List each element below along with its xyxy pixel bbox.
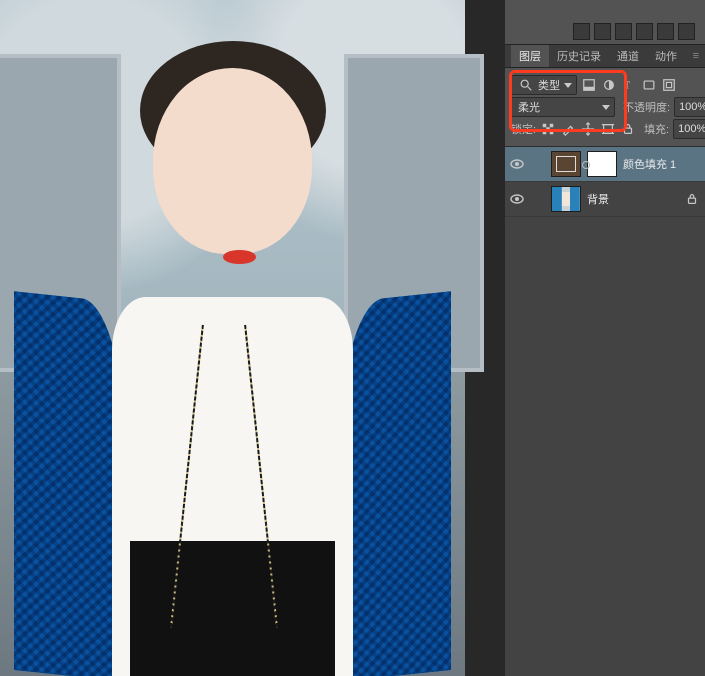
- layer-row[interactable]: 颜色填充 1: [505, 147, 705, 182]
- collapsed-panel-icon[interactable]: [573, 23, 590, 40]
- collapsed-panel-strip: [505, 0, 705, 44]
- layer-mask-thumbnail[interactable]: [587, 151, 617, 177]
- layer-thumbnail[interactable]: [551, 151, 581, 177]
- layer-name[interactable]: 颜色填充 1: [623, 156, 699, 172]
- chevron-down-icon: [564, 83, 572, 88]
- filter-adjust-icon[interactable]: [601, 77, 617, 93]
- opacity-value: 100%: [679, 101, 705, 113]
- photoshop-window: 图层 历史记录 通道 动作 ≡ 类型 T: [0, 0, 705, 676]
- collapsed-panel-icon[interactable]: [657, 23, 674, 40]
- blend-mode-value: 柔光: [518, 99, 540, 115]
- tab-actions[interactable]: 动作: [647, 45, 685, 67]
- filter-shape-icon[interactable]: [641, 77, 657, 93]
- lock-all-icon[interactable]: [620, 121, 636, 137]
- lock-pixels-icon[interactable]: [560, 121, 576, 137]
- layer-panel-options: 类型 T 柔光 不透明度: 100%: [505, 68, 705, 147]
- document-canvas[interactable]: [0, 0, 505, 676]
- fill-label: 填充:: [644, 121, 669, 137]
- lock-label: 锁定:: [511, 121, 536, 137]
- filter-pixel-icon[interactable]: [581, 77, 597, 93]
- visibility-toggle[interactable]: [509, 191, 525, 207]
- collapsed-panel-icon[interactable]: [594, 23, 611, 40]
- layer-kind-filter-dropdown[interactable]: 类型: [511, 75, 577, 95]
- lock-artboard-icon[interactable]: [600, 121, 616, 137]
- search-icon: [518, 77, 534, 93]
- svg-text:T: T: [624, 81, 631, 92]
- layer-thumbnail[interactable]: [551, 186, 581, 212]
- lock-transparency-icon[interactable]: [540, 121, 556, 137]
- lock-position-icon[interactable]: [580, 121, 596, 137]
- layer-locked-icon: [685, 192, 699, 206]
- visibility-toggle[interactable]: [509, 156, 525, 172]
- document-image: [0, 0, 465, 676]
- right-panel-dock: 图层 历史记录 通道 动作 ≡ 类型 T: [505, 0, 705, 676]
- collapsed-panel-icon[interactable]: [615, 23, 632, 40]
- blend-row: 柔光 不透明度: 100%: [511, 96, 699, 118]
- blend-mode-dropdown[interactable]: 柔光: [511, 97, 615, 117]
- collapsed-panel-icon[interactable]: [636, 23, 653, 40]
- tab-channels[interactable]: 通道: [609, 45, 647, 67]
- panel-tab-bar: 图层 历史记录 通道 动作 ≡: [505, 44, 705, 68]
- lock-row: 锁定: 填充: 100%: [511, 118, 699, 140]
- panel-menu-icon[interactable]: ≡: [693, 50, 701, 62]
- tab-history[interactable]: 历史记录: [549, 45, 609, 67]
- filter-row: 类型 T: [511, 74, 699, 96]
- layers-list: 颜色填充 1 背景: [505, 147, 705, 676]
- opacity-value-field[interactable]: 100%: [674, 97, 705, 117]
- fill-value: 100%: [678, 123, 705, 135]
- layer-kind-filter-label: 类型: [538, 77, 560, 93]
- collapsed-panel-icon[interactable]: [678, 23, 695, 40]
- chevron-down-icon: [602, 105, 610, 110]
- layer-name[interactable]: 背景: [587, 191, 679, 207]
- fill-value-field[interactable]: 100%: [673, 119, 705, 139]
- filter-type-icon[interactable]: T: [621, 77, 637, 93]
- opacity-label: 不透明度:: [623, 99, 670, 115]
- filter-smart-icon[interactable]: [661, 77, 677, 93]
- layer-row[interactable]: 背景: [505, 182, 705, 217]
- tab-layers[interactable]: 图层: [511, 45, 549, 67]
